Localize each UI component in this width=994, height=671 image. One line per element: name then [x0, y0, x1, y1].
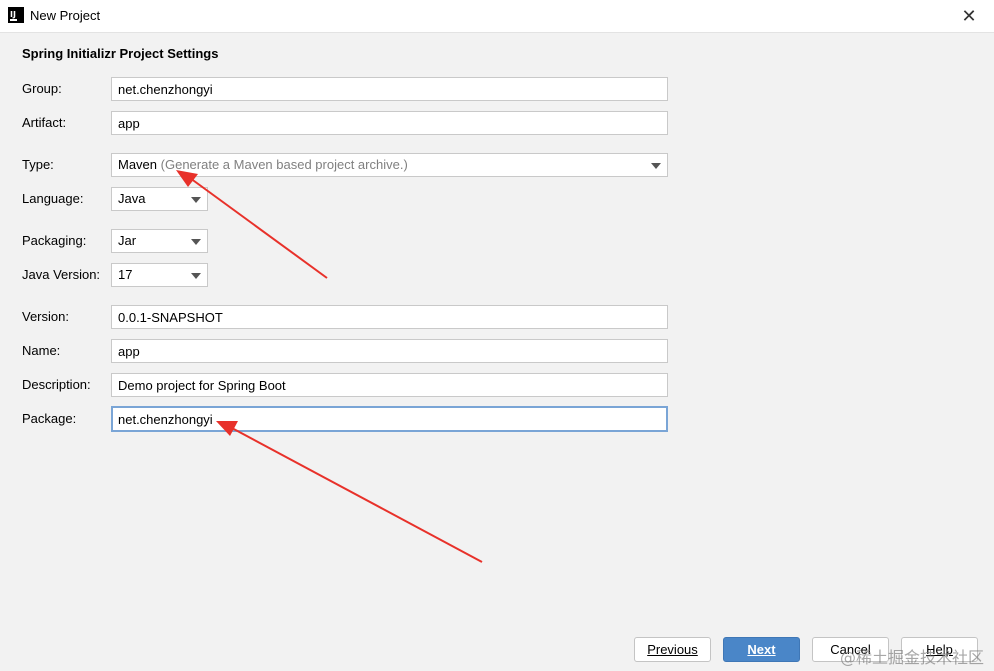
previous-button[interactable]: Previous [634, 637, 711, 662]
group-input[interactable] [111, 77, 668, 101]
artifact-label: Artifact: [22, 115, 67, 130]
intellij-app-icon: IJ [8, 7, 24, 23]
chevron-down-icon [191, 239, 201, 245]
java-version-value: 17 [118, 267, 133, 282]
version-label: Version: [22, 309, 69, 324]
packaging-value: Jar [118, 233, 137, 248]
name-input[interactable] [111, 339, 668, 363]
previous-button-label: Previous [647, 642, 698, 657]
name-label: Name: [22, 343, 61, 358]
type-dropdown[interactable]: Maven (Generate a Maven based project ar… [111, 153, 668, 177]
next-button-label: Next [747, 642, 776, 657]
window-title: New Project [30, 8, 101, 23]
language-value: Java [118, 191, 146, 206]
language-dropdown[interactable]: Java [111, 187, 208, 211]
version-input[interactable] [111, 305, 668, 329]
type-description: (Generate a Maven based project archive.… [160, 157, 408, 172]
artifact-input[interactable] [111, 111, 668, 135]
arrow-to-package [229, 426, 483, 563]
section-title: Spring Initializr Project Settings [22, 46, 219, 61]
description-label: Description: [22, 377, 91, 392]
close-button[interactable]: ✕ [958, 5, 980, 27]
packaging-dropdown[interactable]: Jar [111, 229, 208, 253]
arrow-to-type [189, 177, 328, 279]
type-label: Type: [22, 157, 54, 172]
next-button[interactable]: Next [723, 637, 800, 662]
package-input[interactable] [111, 406, 668, 432]
type-value: Maven [118, 157, 158, 172]
group-label: Group: [22, 81, 62, 96]
description-input[interactable] [111, 373, 668, 397]
language-label: Language: [22, 191, 84, 206]
package-label: Package: [22, 411, 77, 426]
chevron-down-icon [191, 197, 201, 203]
java-version-label: Java Version: [22, 267, 101, 282]
watermark: @稀土掘金技术社区 [839, 648, 984, 667]
packaging-label: Packaging: [22, 233, 87, 248]
chevron-down-icon [191, 273, 201, 279]
title-bar: IJ New Project ✕ [0, 0, 994, 33]
java-version-dropdown[interactable]: 17 [111, 263, 208, 287]
chevron-down-icon [651, 163, 661, 169]
